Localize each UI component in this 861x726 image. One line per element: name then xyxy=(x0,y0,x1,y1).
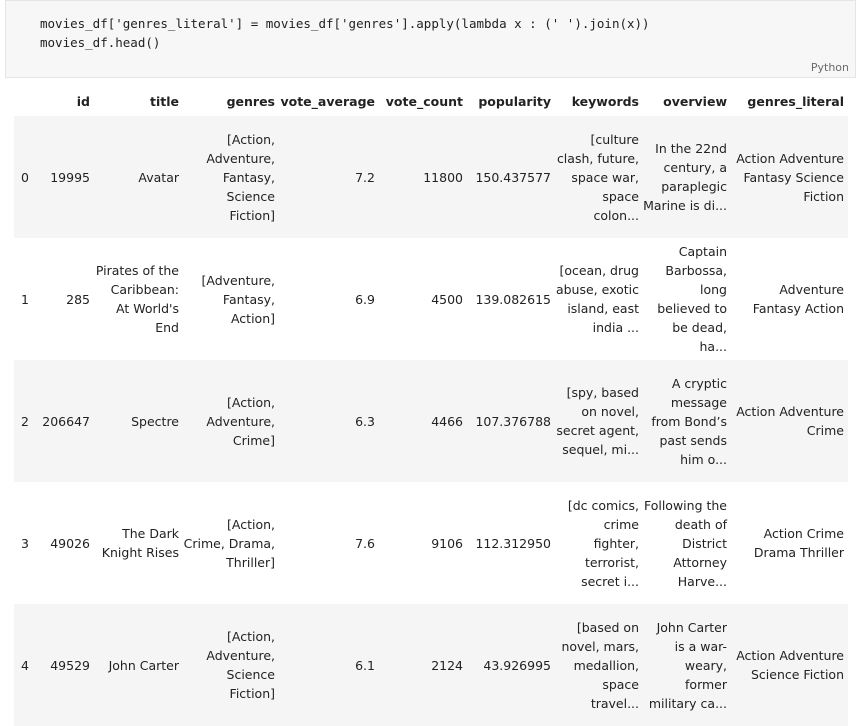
column-header-keywords: keywords xyxy=(555,87,643,116)
row-index: 2 xyxy=(14,360,38,482)
row-index: 0 xyxy=(14,116,38,238)
cell-vote-count: 11800 xyxy=(379,116,467,238)
cell-genres: [Action, Adventure, Science Fiction] xyxy=(183,604,279,726)
table-row: 2 206647 Spectre [Action, Adventure, Cri… xyxy=(14,360,848,482)
cell-title: Spectre xyxy=(94,360,183,482)
column-header-id: id xyxy=(38,87,94,116)
column-header-genres-literal: genres_literal xyxy=(731,87,848,116)
code-editor[interactable]: movies_df['genres_literal'] = movies_df[… xyxy=(40,14,650,52)
table-row: 3 49026 The Dark Knight Rises [Action, C… xyxy=(14,482,848,604)
table-row: 4 49529 John Carter [Action, Adventure, … xyxy=(14,604,848,726)
cell-keywords: [dc comics, crime fighter, terrorist, se… xyxy=(555,482,643,604)
cell-genres-literal: Action Adventure Crime xyxy=(731,360,848,482)
cell-genres: [Action, Adventure, Fantasy, Science Fic… xyxy=(183,116,279,238)
cell-title: Avatar xyxy=(94,116,183,238)
table-row: 1 285 Pirates of the Caribbean: At World… xyxy=(14,238,848,360)
code-line-2: movies_df.head() xyxy=(40,35,161,50)
row-index: 1 xyxy=(14,238,38,360)
column-header-overview: overview xyxy=(643,87,731,116)
table-header-row: id title genres vote_average vote_count … xyxy=(14,87,848,116)
cell-title: The Dark Knight Rises xyxy=(94,482,183,604)
cell-vote-average: 7.2 xyxy=(279,116,379,238)
cell-overview: John Carter is a war-weary, former milit… xyxy=(643,604,731,726)
column-header-genres: genres xyxy=(183,87,279,116)
cell-overview: Captain Barbossa, long believed to be de… xyxy=(643,238,731,360)
column-header-popularity: popularity xyxy=(467,87,555,116)
cell-overview: Following the death of District Attorney… xyxy=(643,482,731,604)
cell-language-badge[interactable]: Python xyxy=(811,61,849,74)
cell-id: 49026 xyxy=(38,482,94,604)
cell-keywords: [based on novel, mars, medallion, space … xyxy=(555,604,643,726)
cell-keywords: [spy, based on novel, secret agent, sequ… xyxy=(555,360,643,482)
column-header-title: title xyxy=(94,87,183,116)
cell-genres: [Action, Adventure, Crime] xyxy=(183,360,279,482)
cell-id: 206647 xyxy=(38,360,94,482)
dataframe-output: id title genres vote_average vote_count … xyxy=(14,87,848,726)
cell-vote-count: 4500 xyxy=(379,238,467,360)
cell-popularity: 112.312950 xyxy=(467,482,555,604)
cell-genres: [Adventure, Fantasy, Action] xyxy=(183,238,279,360)
cell-vote-count: 4466 xyxy=(379,360,467,482)
cell-title: Pirates of the Caribbean: At World's End xyxy=(94,238,183,360)
cell-overview: A cryptic message from Bond’s past sends… xyxy=(643,360,731,482)
code-cell[interactable]: movies_df['genres_literal'] = movies_df[… xyxy=(5,0,856,78)
cell-vote-count: 2124 xyxy=(379,604,467,726)
table-row: 0 19995 Avatar [Action, Adventure, Fanta… xyxy=(14,116,848,238)
code-line-1: movies_df['genres_literal'] = movies_df[… xyxy=(40,16,650,31)
cell-genres-literal: Action Crime Drama Thriller xyxy=(731,482,848,604)
column-header-vote-count: vote_count xyxy=(379,87,467,116)
cell-vote-count: 9106 xyxy=(379,482,467,604)
cell-title: John Carter xyxy=(94,604,183,726)
cell-keywords: [ocean, drug abuse, exotic island, east … xyxy=(555,238,643,360)
column-header-index xyxy=(14,87,38,116)
cell-vote-average: 6.9 xyxy=(279,238,379,360)
cell-genres-literal: Action Adventure Fantasy Science Fiction xyxy=(731,116,848,238)
column-header-vote-average: vote_average xyxy=(279,87,379,116)
cell-popularity: 150.437577 xyxy=(467,116,555,238)
cell-genres-literal: Action Adventure Science Fiction xyxy=(731,604,848,726)
cell-id: 285 xyxy=(38,238,94,360)
cell-popularity: 43.926995 xyxy=(467,604,555,726)
cell-id: 19995 xyxy=(38,116,94,238)
cell-keywords: [culture clash, future, space war, space… xyxy=(555,116,643,238)
cell-overview: In the 22nd century, a paraplegic Marine… xyxy=(643,116,731,238)
dataframe-table: id title genres vote_average vote_count … xyxy=(14,87,848,726)
cell-genres: [Action, Crime, Drama, Thriller] xyxy=(183,482,279,604)
cell-vote-average: 7.6 xyxy=(279,482,379,604)
cell-vote-average: 6.3 xyxy=(279,360,379,482)
row-index: 4 xyxy=(14,604,38,726)
row-index: 3 xyxy=(14,482,38,604)
cell-genres-literal: Adventure Fantasy Action xyxy=(731,238,848,360)
cell-vote-average: 6.1 xyxy=(279,604,379,726)
cell-popularity: 107.376788 xyxy=(467,360,555,482)
cell-popularity: 139.082615 xyxy=(467,238,555,360)
cell-id: 49529 xyxy=(38,604,94,726)
